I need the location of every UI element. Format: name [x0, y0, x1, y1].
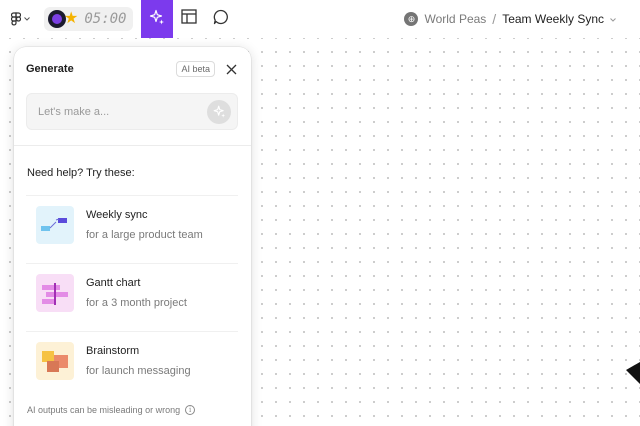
suggestion-weekly-sync[interactable]: Weekly sync for a large product team — [26, 195, 238, 253]
main-menu-button[interactable] — [0, 0, 40, 38]
comment-button[interactable] — [205, 0, 237, 38]
suggestion-text: Weekly sync for a large product team — [86, 209, 203, 241]
suggestion-title: Weekly sync — [86, 208, 148, 221]
info-icon[interactable]: i — [185, 405, 196, 415]
prompt-input[interactable] — [38, 105, 207, 118]
help-label: Need help? Try these: — [27, 167, 135, 179]
toolbar-left: ★ 05:00 — [0, 0, 237, 38]
breadcrumb-separator: / — [492, 11, 497, 27]
table-layout-button[interactable] — [173, 0, 205, 38]
cursor-arrow-icon — [626, 358, 640, 393]
suggestion-subtitle: for a 3 month project — [86, 296, 187, 309]
disclaimer-text: AI outputs can be misleading or wrong — [27, 405, 181, 415]
top-toolbar: ★ 05:00 ⊕ World Peas / Team Weekly Sync — [0, 0, 640, 38]
gantt-chart-thumbnail — [36, 273, 74, 312]
suggestion-text: Brainstorm for launch messaging — [86, 345, 191, 377]
generate-panel: Generate AI beta Need help? Try these: — [14, 47, 251, 426]
weekly-sync-thumbnail — [36, 205, 74, 244]
timer-value: 05:00 — [84, 11, 127, 27]
comment-bubble-icon — [213, 9, 229, 30]
prompt-box — [26, 93, 238, 130]
suggestion-subtitle: for launch messaging — [86, 364, 191, 377]
generate-button[interactable] — [140, 0, 173, 38]
suggestion-title: Gantt chart — [86, 276, 141, 289]
figma-logo-icon — [10, 11, 21, 27]
chevron-down-icon[interactable] — [610, 14, 616, 24]
generate-submit-button[interactable] — [207, 99, 231, 124]
brainstorm-thumbnail — [36, 341, 74, 380]
close-button[interactable] — [223, 61, 239, 77]
suggestion-subtitle: for a large product team — [86, 228, 203, 241]
divider — [14, 145, 251, 146]
suggestion-text: Gantt chart for a 3 month project — [86, 277, 187, 309]
team-icon: ⊕ — [404, 12, 419, 26]
panel-title: Generate — [26, 63, 74, 75]
breadcrumb: ⊕ World Peas / Team Weekly Sync — [404, 0, 616, 38]
suggestion-title: Brainstorm — [86, 344, 140, 357]
ai-disclaimer: AI outputs can be misleading or wrong i — [27, 405, 196, 415]
star-icon: ★ — [64, 10, 79, 27]
panel-header: Generate AI beta — [14, 47, 251, 91]
generate-sparkle-icon — [149, 9, 165, 30]
chevron-down-icon — [23, 17, 30, 21]
breadcrumb-team[interactable]: World Peas — [424, 12, 486, 26]
sparkle-icon — [213, 105, 225, 118]
breadcrumb-file-name[interactable]: Team Weekly Sync — [502, 12, 604, 26]
suggestion-brainstorm[interactable]: Brainstorm for launch messaging — [26, 331, 238, 389]
suggestion-gantt-chart[interactable]: Gantt chart for a 3 month project — [26, 263, 238, 321]
ai-beta-badge: AI beta — [176, 61, 215, 77]
timer-widget[interactable]: ★ 05:00 — [44, 7, 133, 31]
table-layout-icon — [180, 9, 197, 29]
close-icon — [226, 64, 236, 74]
